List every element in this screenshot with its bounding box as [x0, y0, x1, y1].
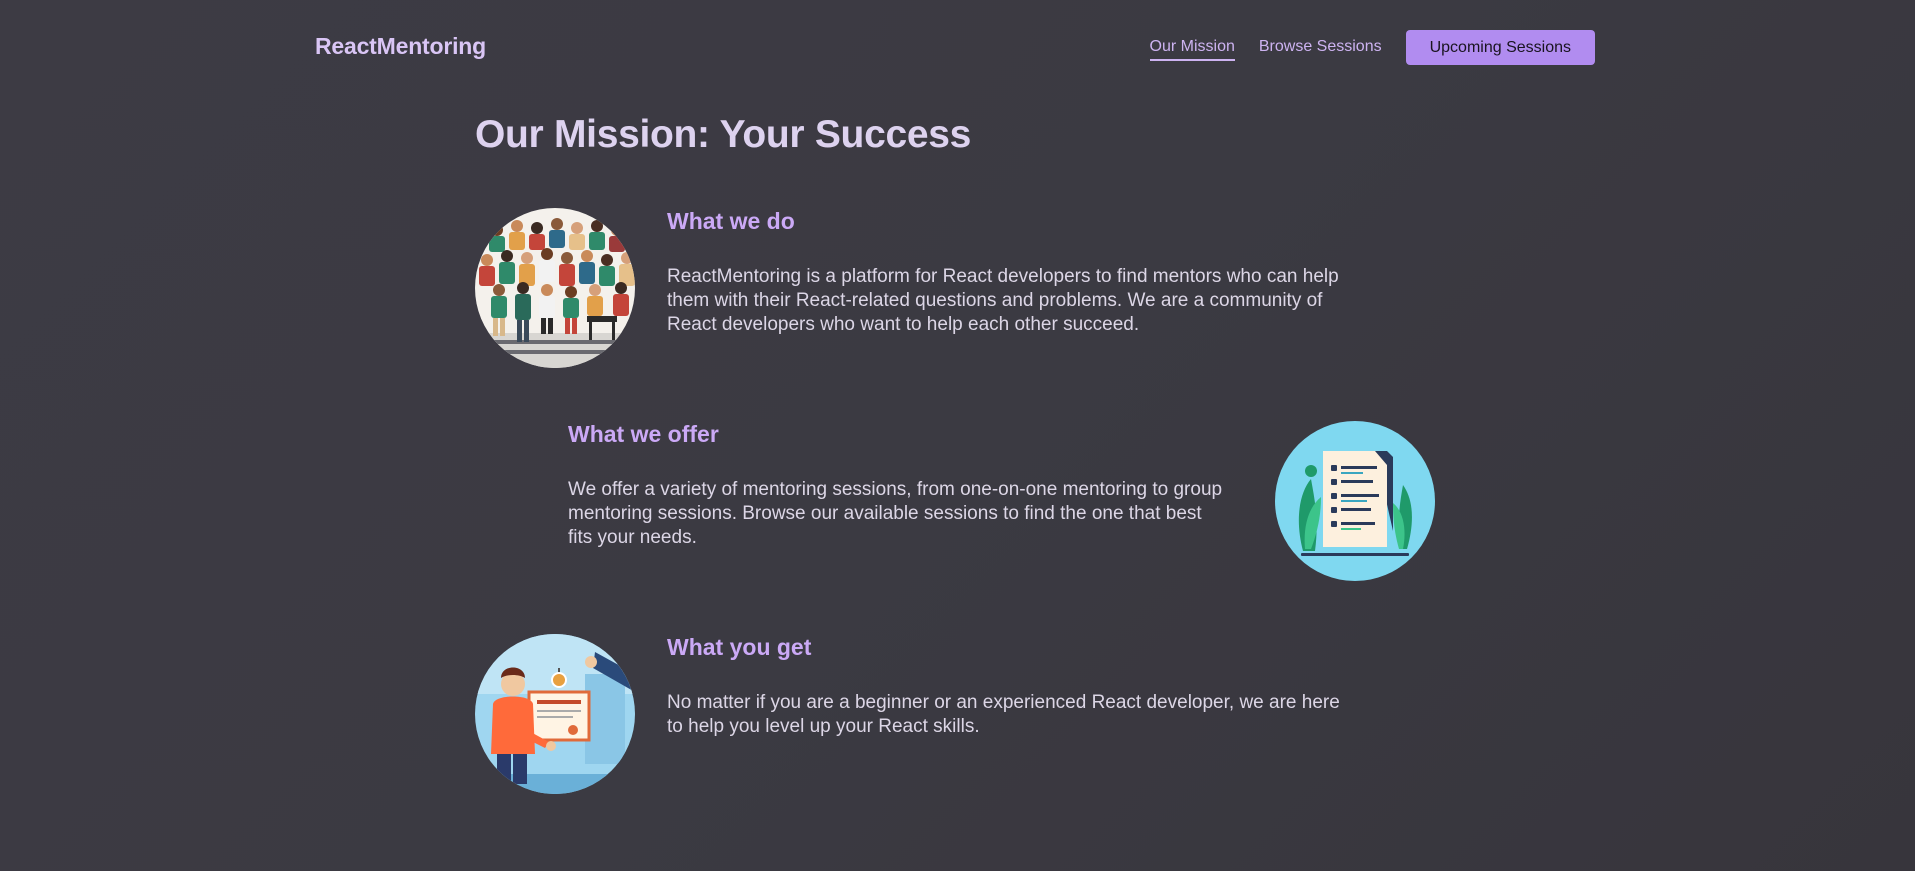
what-you-get-heading: What you get — [667, 634, 812, 660]
site-header: ReactMentoring Our Mission Browse Sessio… — [315, 30, 1595, 66]
main-nav: Our Mission Browse Sessions Upcoming Ses… — [1149, 30, 1595, 65]
upcoming-sessions-button[interactable]: Upcoming Sessions — [1405, 30, 1595, 65]
what-we-do-section: What we do ReactMentoring is a platform … — [667, 208, 1347, 337]
crowd-illustration — [475, 208, 635, 368]
page-title: Our Mission: Your Success — [475, 113, 972, 156]
nav-link-browse-sessions[interactable]: Browse Sessions — [1259, 34, 1382, 61]
what-we-offer-text: We offer a variety of mentoring sessions… — [568, 479, 1223, 548]
what-you-get-text: No matter if you are a beginner or an ex… — [667, 692, 1340, 737]
what-we-do-heading: What we do — [667, 208, 795, 234]
what-you-get-section: What you get No matter if you are a begi… — [667, 634, 1347, 739]
brand-logo[interactable]: ReactMentoring — [315, 33, 486, 60]
certificate-illustration — [475, 634, 635, 794]
what-we-offer-heading: What we offer — [568, 421, 719, 447]
checklist-illustration — [1275, 421, 1435, 581]
nav-link-our-mission[interactable]: Our Mission — [1149, 34, 1235, 61]
what-we-offer-section: What we offer We offer a variety of ment… — [568, 421, 1228, 550]
what-we-do-text: ReactMentoring is a platform for React d… — [667, 266, 1339, 335]
